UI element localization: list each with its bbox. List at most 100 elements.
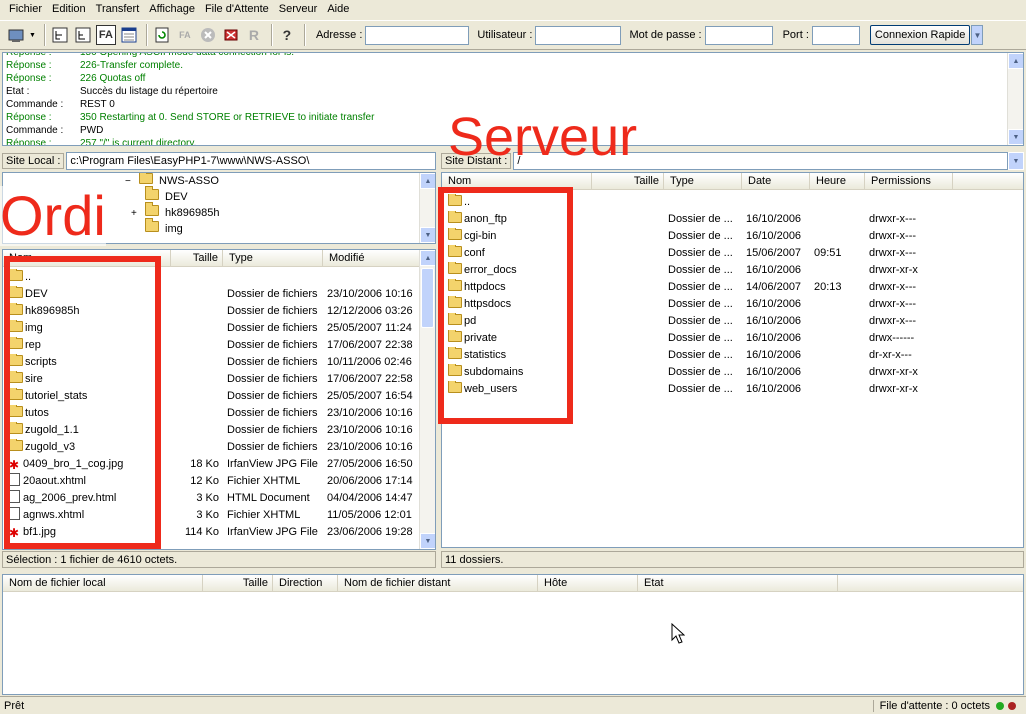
site-manager-icon[interactable] xyxy=(6,25,26,45)
remote-file-permissions xyxy=(865,194,953,211)
log-kind: Commande : xyxy=(6,125,64,136)
log-message: REST 0 xyxy=(80,99,115,110)
local-file-type: Dossier de fichiers xyxy=(227,356,318,368)
refresh-icon[interactable] xyxy=(152,25,172,45)
queue-col-state[interactable]: Etat xyxy=(638,575,838,592)
local-file-type: Dossier de fichiers xyxy=(227,407,318,419)
scroll-down-icon[interactable]: ▼ xyxy=(420,227,435,243)
quick-connect-dropdown-icon[interactable]: ▼ xyxy=(971,25,984,45)
quick-connect-button[interactable]: Connexion Rapide xyxy=(869,25,971,45)
remote-path-dropdown-icon[interactable]: ▼ xyxy=(1008,152,1024,170)
local-file-size: 18 Ko xyxy=(190,458,219,470)
remote-file-date: 16/10/2006 xyxy=(746,383,802,395)
local-file-size xyxy=(171,320,223,337)
local-file-size: 114 Ko xyxy=(184,526,219,538)
local-col-size[interactable]: Taille xyxy=(171,250,223,267)
remote-file-time xyxy=(810,381,865,398)
local-file-date xyxy=(323,269,421,286)
log-message: 150 Opening ASCII mode data connection f… xyxy=(80,52,295,58)
remote-file-permissions: drwx------ xyxy=(869,332,915,344)
toggle-view-icon[interactable] xyxy=(119,25,139,45)
local-file-size: 3 Ko xyxy=(196,492,219,504)
local-path-input[interactable]: c:\Program Files\EasyPHP1-7\www\NWS-ASSO… xyxy=(66,152,436,170)
log-message: 350 Restarting at 0. Send STORE or RETRI… xyxy=(80,112,375,123)
local-list-scrollbar[interactable]: ▲ ▼ xyxy=(419,250,435,549)
remote-file-time xyxy=(810,330,865,347)
remote-file-type: Dossier de ... xyxy=(668,383,733,395)
scroll-thumb[interactable] xyxy=(421,268,434,328)
local-file-date: 23/10/2006 10:16 xyxy=(327,288,413,300)
menu-affichage[interactable]: Affichage xyxy=(144,3,200,15)
local-file-size: 12 Ko xyxy=(190,475,219,487)
disconnect-icon[interactable] xyxy=(221,25,241,45)
toggle-queue-icon[interactable]: FA xyxy=(95,25,116,45)
remote-file-type: Dossier de ... xyxy=(668,298,733,310)
scroll-up-icon[interactable]: ▲ xyxy=(420,250,435,266)
scroll-up-icon[interactable]: ▲ xyxy=(1008,53,1023,69)
queue-col-direction[interactable]: Direction xyxy=(273,575,338,592)
tree-expander-icon[interactable]: − xyxy=(125,173,135,190)
tree-expander-icon[interactable]: + xyxy=(131,205,141,222)
log-line: Réponse : 226 Quotas off xyxy=(3,72,374,85)
tree-item-label: img xyxy=(165,223,183,235)
tree-item[interactable]: − NWS-ASSO xyxy=(125,173,219,190)
password-input[interactable] xyxy=(704,25,773,45)
menu-aide[interactable]: Aide xyxy=(322,3,354,15)
queue-col-local[interactable]: Nom de fichier local xyxy=(3,575,203,592)
scroll-up-icon[interactable]: ▲ xyxy=(420,173,435,189)
scroll-down-icon[interactable]: ▼ xyxy=(420,533,435,549)
menu-transfert[interactable]: Transfert xyxy=(91,3,145,15)
scroll-down-icon[interactable]: ▼ xyxy=(1008,129,1023,145)
log-message: 226 Quotas off xyxy=(80,73,146,84)
remote-col-time[interactable]: Heure xyxy=(810,173,865,190)
local-col-type[interactable]: Type xyxy=(223,250,323,267)
tree-item-label: DEV xyxy=(165,191,188,203)
remote-file-time: 09:51 xyxy=(814,247,842,259)
user-input[interactable] xyxy=(535,25,622,45)
password-label: Mot de passe : xyxy=(629,29,702,41)
port-label: Port : xyxy=(782,29,809,41)
local-col-modified[interactable]: Modifié xyxy=(323,250,421,267)
menu-edition[interactable]: Edition xyxy=(47,3,91,15)
folder-icon xyxy=(145,202,159,216)
local-annotation-label: Ordi xyxy=(0,184,106,247)
queue-col-size[interactable]: Taille xyxy=(203,575,273,592)
local-file-type: Dossier de fichiers xyxy=(227,390,318,402)
remote-col-size[interactable]: Taille xyxy=(592,173,664,190)
local-file-size xyxy=(171,439,223,456)
remote-col-date[interactable]: Date xyxy=(742,173,810,190)
help-icon[interactable]: ? xyxy=(277,25,297,45)
log-line: Commande : PWD xyxy=(3,124,374,137)
local-file-date: 25/05/2007 11:24 xyxy=(327,322,412,334)
remote-col-type[interactable]: Type xyxy=(664,173,742,190)
site-manager-dropdown-icon[interactable]: ▼ xyxy=(29,32,36,39)
queue-col-remote[interactable]: Nom de fichier distant xyxy=(338,575,538,592)
local-file-type: Fichier XHTML xyxy=(227,475,301,487)
host-input[interactable] xyxy=(365,25,470,45)
process-queue-icon[interactable]: FA xyxy=(175,25,195,45)
remote-file-permissions: dr-xr-x--- xyxy=(869,349,912,361)
tree-item[interactable]: + hk896985h xyxy=(131,202,220,222)
toggle-log-icon[interactable] xyxy=(50,25,70,45)
remote-file-type: Dossier de ... xyxy=(668,332,733,344)
menu-serveur[interactable]: Serveur xyxy=(274,3,323,15)
remote-file-permissions: drwxr-x--- xyxy=(869,315,917,327)
tree-item-label: hk896985h xyxy=(165,207,220,219)
toggle-tree-icon[interactable] xyxy=(73,25,93,45)
tree-scrollbar[interactable]: ▲ ▼ xyxy=(419,173,435,243)
log-scrollbar[interactable]: ▲ ▼ xyxy=(1007,53,1023,145)
remote-file-date: 16/10/2006 xyxy=(746,366,802,378)
remote-col-permissions[interactable]: Permissions xyxy=(865,173,953,190)
remote-annotation-box xyxy=(438,187,573,424)
log-message: Succès du listage du répertoire xyxy=(80,86,218,97)
log-kind: Commande : xyxy=(6,99,64,110)
tree-item[interactable]: img xyxy=(145,218,183,238)
remote-file-type: Dossier de ... xyxy=(668,366,733,378)
port-input[interactable] xyxy=(811,25,860,45)
menu-fichier[interactable]: Fichier xyxy=(4,3,47,15)
reconnect-icon[interactable]: R xyxy=(244,25,264,45)
cancel-icon[interactable] xyxy=(198,25,218,45)
queue-col-host[interactable]: Hôte xyxy=(538,575,638,592)
local-file-type: Dossier de fichiers xyxy=(227,288,318,300)
menu-file-d-attente[interactable]: File d'Attente xyxy=(200,3,274,15)
